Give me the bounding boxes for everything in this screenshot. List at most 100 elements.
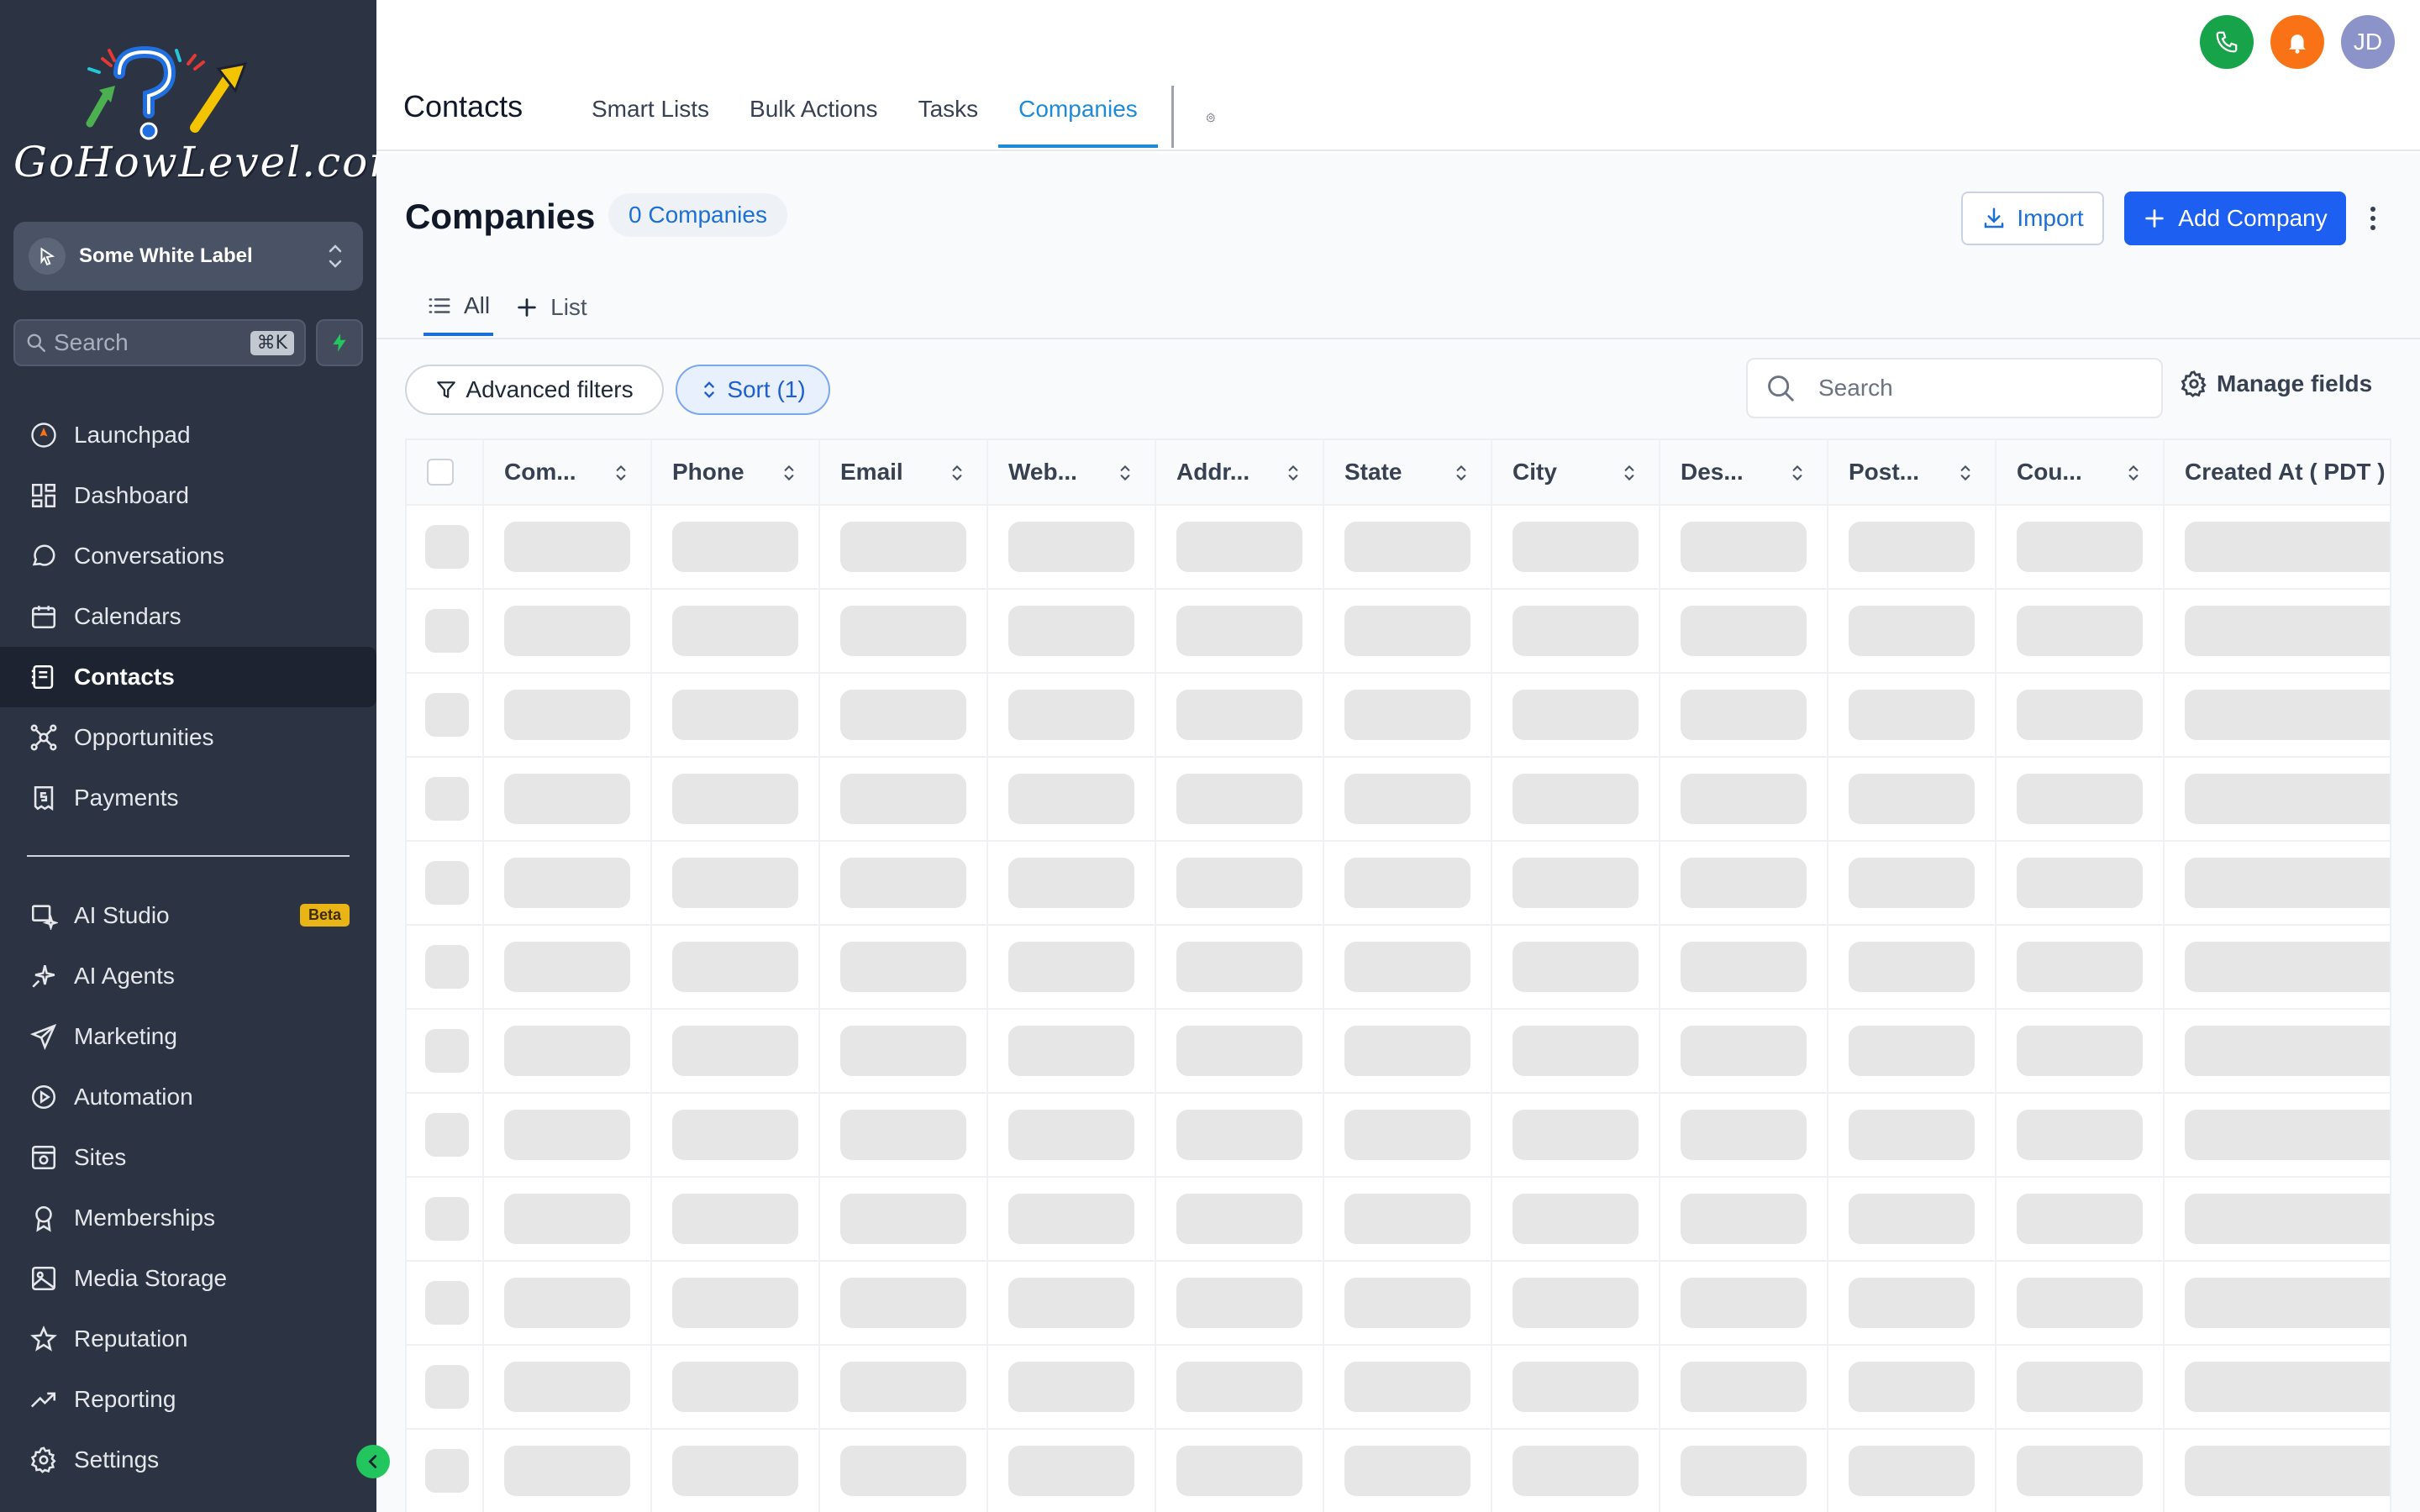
- column-header[interactable]: Com...: [484, 440, 652, 504]
- view-tab-all[interactable]: All: [424, 279, 494, 336]
- table-cell: [1996, 1262, 2165, 1344]
- sort-icon[interactable]: [2126, 462, 2141, 490]
- manage-fields-button[interactable]: Manage fields: [2180, 370, 2372, 398]
- sidebar-item-payments[interactable]: Payments: [0, 768, 376, 828]
- sort-icon[interactable]: [1118, 462, 1133, 490]
- tab-companies[interactable]: Companies: [998, 81, 1158, 148]
- column-header[interactable]: Email: [820, 440, 988, 504]
- table-cell: [820, 758, 988, 840]
- table-cell: [1156, 1010, 1324, 1092]
- more-options-button[interactable]: [2361, 200, 2385, 237]
- phone-button[interactable]: [2200, 15, 2254, 69]
- user-avatar[interactable]: JD: [2341, 15, 2395, 69]
- table-cell: [1492, 1178, 1660, 1260]
- sidebar-item-contacts[interactable]: Contacts: [0, 647, 376, 707]
- sort-icon[interactable]: [1286, 462, 1301, 490]
- column-header[interactable]: Addr...: [1156, 440, 1324, 504]
- add-company-button-label: Add Company: [2178, 205, 2328, 231]
- column-header[interactable]: State: [1324, 440, 1492, 504]
- select-all-checkbox[interactable]: [427, 459, 454, 486]
- tab-tasks[interactable]: Tasks: [898, 81, 999, 148]
- sidebar-item-reporting[interactable]: Reporting: [0, 1369, 376, 1430]
- sidebar-item-marketing[interactable]: Marketing: [0, 1006, 376, 1067]
- table-cell: [1996, 926, 2165, 1008]
- star-icon: [27, 1322, 60, 1356]
- table-cell: [2165, 1430, 2390, 1512]
- sort-icon[interactable]: [1958, 462, 1973, 490]
- table-cell: [1492, 1262, 1660, 1344]
- account-switcher[interactable]: Some White Label: [13, 222, 363, 291]
- skeleton-placeholder: [425, 525, 469, 569]
- sidebar: GoHowLevel.com Some White Label Search ⌘…: [0, 0, 409, 1512]
- sidebar-search-input[interactable]: Search ⌘K: [13, 319, 306, 366]
- rocket-icon: [27, 418, 60, 452]
- skeleton-placeholder: [504, 522, 630, 572]
- sort-icon[interactable]: [781, 462, 797, 490]
- table-cell: [2165, 926, 2390, 1008]
- sidebar-item-sites[interactable]: Sites: [0, 1127, 376, 1188]
- table-cell: [1660, 1262, 1828, 1344]
- sidebar-item-settings[interactable]: Settings: [0, 1430, 376, 1490]
- skeleton-placeholder: [840, 942, 966, 992]
- column-header[interactable]: Post...: [1828, 440, 1996, 504]
- row-select-cell: [407, 674, 484, 756]
- skeleton-placeholder: [2185, 1446, 2390, 1496]
- skeleton-placeholder: [425, 693, 469, 737]
- column-header[interactable]: City: [1492, 440, 1660, 504]
- table-cell: [1324, 842, 1492, 924]
- table-row-skeleton: [407, 674, 2390, 758]
- advanced-filters-button[interactable]: Advanced filters: [405, 365, 664, 415]
- add-list-tab[interactable]: List: [512, 279, 591, 336]
- column-header[interactable]: Web...: [988, 440, 1156, 504]
- table-cell: [1156, 1346, 1324, 1428]
- tab-smart-lists[interactable]: Smart Lists: [571, 81, 729, 148]
- import-button[interactable]: Import: [1961, 192, 2104, 245]
- sidebar-item-ai-studio[interactable]: AI Studio Beta: [0, 885, 376, 946]
- notifications-button[interactable]: [2270, 15, 2324, 69]
- sidebar-item-dashboard[interactable]: Dashboard: [0, 465, 376, 526]
- skeleton-placeholder: [504, 858, 630, 908]
- tab-bulk-actions[interactable]: Bulk Actions: [729, 81, 898, 148]
- plus-icon: [2145, 209, 2165, 228]
- quick-actions-button[interactable]: [316, 319, 363, 366]
- sidebar-collapse-button[interactable]: [356, 1445, 390, 1478]
- column-header[interactable]: Created At ( PDT ): [2165, 440, 2390, 504]
- chevron-up-down-icon: [329, 244, 342, 268]
- skeleton-placeholder: [1681, 1194, 1807, 1244]
- table-row-skeleton: [407, 1430, 2390, 1512]
- add-company-button[interactable]: Add Company: [2124, 192, 2346, 245]
- sidebar-item-calendars[interactable]: Calendars: [0, 586, 376, 647]
- sidebar-item-memberships[interactable]: Memberships: [0, 1188, 376, 1248]
- brand-logo[interactable]: GoHowLevel.com: [10, 44, 409, 186]
- sort-icon[interactable]: [1622, 462, 1637, 490]
- skeleton-placeholder: [840, 690, 966, 740]
- sidebar-item-conversations[interactable]: Conversations: [0, 526, 376, 586]
- opportunities-icon: [27, 721, 60, 754]
- tab-settings[interactable]: [1186, 81, 1236, 148]
- sidebar-item-opportunities[interactable]: Opportunities: [0, 707, 376, 768]
- skeleton-placeholder: [504, 1110, 630, 1160]
- column-header[interactable]: Phone: [652, 440, 820, 504]
- sidebar-item-media-storage[interactable]: Media Storage: [0, 1248, 376, 1309]
- sort-icon[interactable]: [1454, 462, 1469, 490]
- sort-icon[interactable]: [950, 462, 965, 490]
- pointer-icon: [29, 238, 66, 275]
- sidebar-item-automation[interactable]: Automation: [0, 1067, 376, 1127]
- sidebar-item-launchpad[interactable]: Launchpad: [0, 405, 376, 465]
- skeleton-placeholder: [2017, 942, 2143, 992]
- skeleton-placeholder: [1176, 774, 1302, 824]
- column-header[interactable]: Des...: [1660, 440, 1828, 504]
- table-row-skeleton: [407, 590, 2390, 674]
- sidebar-item-label: Settings: [74, 1446, 160, 1473]
- column-header[interactable]: Cou...: [1996, 440, 2165, 504]
- sort-icon[interactable]: [613, 462, 629, 490]
- sort-button[interactable]: Sort (1): [676, 365, 830, 415]
- plus-icon: [518, 298, 536, 317]
- table-cell: [484, 674, 652, 756]
- sidebar-item-ai-agents[interactable]: AI Agents: [0, 946, 376, 1006]
- sort-icon[interactable]: [1790, 462, 1805, 490]
- table-cell: [1156, 926, 1324, 1008]
- sidebar-item-reputation[interactable]: Reputation: [0, 1309, 376, 1369]
- table-cell: [1996, 758, 2165, 840]
- table-search-input[interactable]: Search: [1746, 358, 2163, 418]
